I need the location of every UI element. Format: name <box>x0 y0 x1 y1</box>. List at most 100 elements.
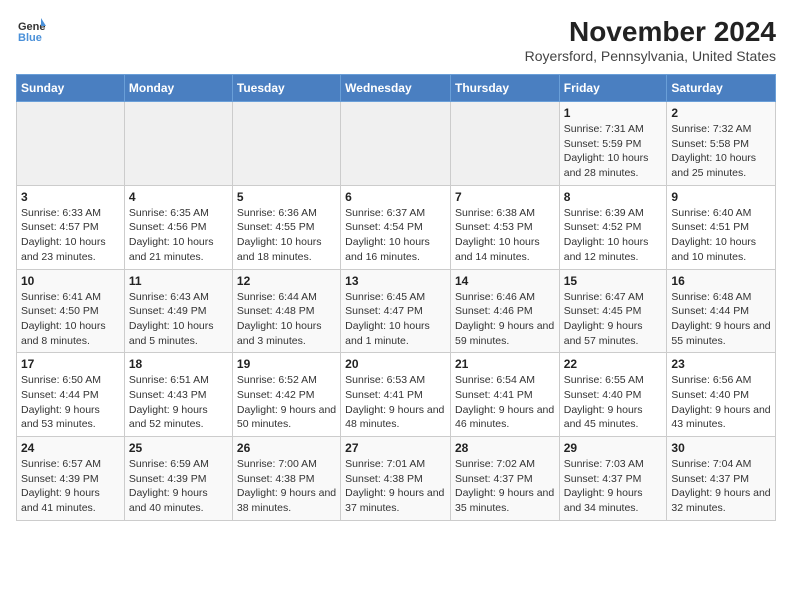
column-header-thursday: Thursday <box>450 75 559 102</box>
calendar-cell: 10Sunrise: 6:41 AM Sunset: 4:50 PM Dayli… <box>17 269 125 353</box>
day-info: Sunrise: 6:48 AM Sunset: 4:44 PM Dayligh… <box>671 290 771 349</box>
day-info: Sunrise: 6:39 AM Sunset: 4:52 PM Dayligh… <box>564 206 663 265</box>
calendar-cell: 23 Sunrise: 6:56 AM Sunset: 4:40 PM Dayli… <box>667 353 776 437</box>
calendar-cell: 22 Sunrise: 6:55 AM Sunset: 4:40 PM Dayli… <box>559 353 667 437</box>
day-info: Sunrise: 7:01 AM Sunset: 4:38 PM Dayligh… <box>345 457 446 516</box>
day-info: Sunrise: 6:40 AM Sunset: 4:51 PM Dayligh… <box>671 206 771 265</box>
calendar-cell: 20Sunrise: 6:53 AM Sunset: 4:41 PM Dayli… <box>341 353 451 437</box>
day-info: Sunrise: 7:31 AM Sunset: 5:59 PM Dayligh… <box>564 122 663 181</box>
calendar-cell: 13 Sunrise: 6:45 AM Sunset: 4:47 PM Dayli… <box>341 269 451 353</box>
day-number: 24 <box>21 441 120 455</box>
day-number: 28 <box>455 441 555 455</box>
calendar-cell <box>341 102 451 186</box>
calendar-week-2: 3 Sunrise: 6:33 AM Sunset: 4:57 PM Daylig… <box>17 185 776 269</box>
calendar-cell: 9 Sunrise: 6:40 AM Sunset: 4:51 PM Daylig… <box>667 185 776 269</box>
calendar-week-5: 24Sunrise: 6:57 AM Sunset: 4:39 PM Dayli… <box>17 437 776 521</box>
calendar-cell: 14 Sunrise: 6:46 AM Sunset: 4:46 PM Dayli… <box>450 269 559 353</box>
calendar-body: 1 Sunrise: 7:31 AM Sunset: 5:59 PM Daylig… <box>17 102 776 521</box>
day-info: Sunrise: 6:59 AM Sunset: 4:39 PM Dayligh… <box>129 457 228 516</box>
calendar-cell: 24Sunrise: 6:57 AM Sunset: 4:39 PM Dayli… <box>17 437 125 521</box>
day-number: 14 <box>455 274 555 288</box>
day-number: 17 <box>21 357 120 371</box>
day-number: 5 <box>237 190 336 204</box>
logo-icon: General Blue <box>16 16 46 44</box>
day-info: Sunrise: 6:51 AM Sunset: 4:43 PM Dayligh… <box>129 373 228 432</box>
calendar-cell: 18 Sunrise: 6:51 AM Sunset: 4:43 PM Dayli… <box>124 353 232 437</box>
day-number: 8 <box>564 190 663 204</box>
calendar-cell <box>232 102 340 186</box>
calendar-cell: 8 Sunrise: 6:39 AM Sunset: 4:52 PM Daylig… <box>559 185 667 269</box>
day-info: Sunrise: 6:43 AM Sunset: 4:49 PM Dayligh… <box>129 290 228 349</box>
day-info: Sunrise: 6:45 AM Sunset: 4:47 PM Dayligh… <box>345 290 446 349</box>
day-info: Sunrise: 6:38 AM Sunset: 4:53 PM Dayligh… <box>455 206 555 265</box>
day-number: 27 <box>345 441 446 455</box>
calendar-cell: 6 Sunrise: 6:37 AM Sunset: 4:54 PM Daylig… <box>341 185 451 269</box>
day-number: 25 <box>129 441 228 455</box>
day-info: Sunrise: 6:50 AM Sunset: 4:44 PM Dayligh… <box>21 373 120 432</box>
day-info: Sunrise: 6:33 AM Sunset: 4:57 PM Dayligh… <box>21 206 120 265</box>
day-info: Sunrise: 7:04 AM Sunset: 4:37 PM Dayligh… <box>671 457 771 516</box>
day-info: Sunrise: 7:02 AM Sunset: 4:37 PM Dayligh… <box>455 457 555 516</box>
day-info: Sunrise: 6:55 AM Sunset: 4:40 PM Dayligh… <box>564 373 663 432</box>
day-info: Sunrise: 6:47 AM Sunset: 4:45 PM Dayligh… <box>564 290 663 349</box>
day-info: Sunrise: 6:46 AM Sunset: 4:46 PM Dayligh… <box>455 290 555 349</box>
day-number: 9 <box>671 190 771 204</box>
calendar-cell: 15 Sunrise: 6:47 AM Sunset: 4:45 PM Dayli… <box>559 269 667 353</box>
calendar-cell: 7 Sunrise: 6:38 AM Sunset: 4:53 PM Daylig… <box>450 185 559 269</box>
day-info: Sunrise: 7:00 AM Sunset: 4:38 PM Dayligh… <box>237 457 336 516</box>
calendar-cell <box>450 102 559 186</box>
day-number: 22 <box>564 357 663 371</box>
calendar-cell: 28 Sunrise: 7:02 AM Sunset: 4:37 PM Dayli… <box>450 437 559 521</box>
day-number: 29 <box>564 441 663 455</box>
day-number: 6 <box>345 190 446 204</box>
calendar-week-4: 17 Sunrise: 6:50 AM Sunset: 4:44 PM Dayli… <box>17 353 776 437</box>
column-header-friday: Friday <box>559 75 667 102</box>
calendar-cell: 25 Sunrise: 6:59 AM Sunset: 4:39 PM Dayli… <box>124 437 232 521</box>
column-header-sunday: Sunday <box>17 75 125 102</box>
column-header-tuesday: Tuesday <box>232 75 340 102</box>
day-info: Sunrise: 6:41 AM Sunset: 4:50 PM Dayligh… <box>21 290 120 349</box>
calendar-cell: 11 Sunrise: 6:43 AM Sunset: 4:49 PM Dayli… <box>124 269 232 353</box>
calendar-cell: 21 Sunrise: 6:54 AM Sunset: 4:41 PM Dayli… <box>450 353 559 437</box>
page-subtitle: Royersford, Pennsylvania, United States <box>525 48 776 64</box>
day-number: 16 <box>671 274 771 288</box>
day-info: Sunrise: 6:52 AM Sunset: 4:42 PM Dayligh… <box>237 373 336 432</box>
day-number: 30 <box>671 441 771 455</box>
calendar-cell: 4 Sunrise: 6:35 AM Sunset: 4:56 PM Daylig… <box>124 185 232 269</box>
day-number: 15 <box>564 274 663 288</box>
calendar-week-3: 10Sunrise: 6:41 AM Sunset: 4:50 PM Dayli… <box>17 269 776 353</box>
day-info: Sunrise: 6:37 AM Sunset: 4:54 PM Dayligh… <box>345 206 446 265</box>
day-number: 19 <box>237 357 336 371</box>
calendar-cell: 30 Sunrise: 7:04 AM Sunset: 4:37 PM Dayli… <box>667 437 776 521</box>
day-info: Sunrise: 6:44 AM Sunset: 4:48 PM Dayligh… <box>237 290 336 349</box>
day-number: 7 <box>455 190 555 204</box>
calendar-cell <box>17 102 125 186</box>
day-info: Sunrise: 6:56 AM Sunset: 4:40 PM Dayligh… <box>671 373 771 432</box>
calendar-cell: 5Sunrise: 6:36 AM Sunset: 4:55 PM Daylig… <box>232 185 340 269</box>
calendar-cell: 12Sunrise: 6:44 AM Sunset: 4:48 PM Dayli… <box>232 269 340 353</box>
calendar-cell: 29Sunrise: 7:03 AM Sunset: 4:37 PM Dayli… <box>559 437 667 521</box>
calendar-cell <box>124 102 232 186</box>
calendar-cell: 3 Sunrise: 6:33 AM Sunset: 4:57 PM Daylig… <box>17 185 125 269</box>
calendar-cell: 16 Sunrise: 6:48 AM Sunset: 4:44 PM Dayli… <box>667 269 776 353</box>
day-info: Sunrise: 6:54 AM Sunset: 4:41 PM Dayligh… <box>455 373 555 432</box>
day-number: 2 <box>671 106 771 120</box>
day-number: 21 <box>455 357 555 371</box>
day-number: 1 <box>564 106 663 120</box>
day-info: Sunrise: 6:35 AM Sunset: 4:56 PM Dayligh… <box>129 206 228 265</box>
svg-text:Blue: Blue <box>18 32 42 44</box>
day-number: 4 <box>129 190 228 204</box>
column-header-wednesday: Wednesday <box>341 75 451 102</box>
column-header-monday: Monday <box>124 75 232 102</box>
day-number: 13 <box>345 274 446 288</box>
page-title: November 2024 <box>525 16 776 48</box>
day-number: 23 <box>671 357 771 371</box>
calendar-cell: 19 Sunrise: 6:52 AM Sunset: 4:42 PM Dayli… <box>232 353 340 437</box>
day-number: 3 <box>21 190 120 204</box>
logo: General Blue <box>16 16 46 44</box>
day-info: Sunrise: 7:32 AM Sunset: 5:58 PM Dayligh… <box>671 122 771 181</box>
day-number: 11 <box>129 274 228 288</box>
day-number: 18 <box>129 357 228 371</box>
day-number: 20 <box>345 357 446 371</box>
calendar-table: SundayMondayTuesdayWednesdayThursdayFrid… <box>16 74 776 521</box>
